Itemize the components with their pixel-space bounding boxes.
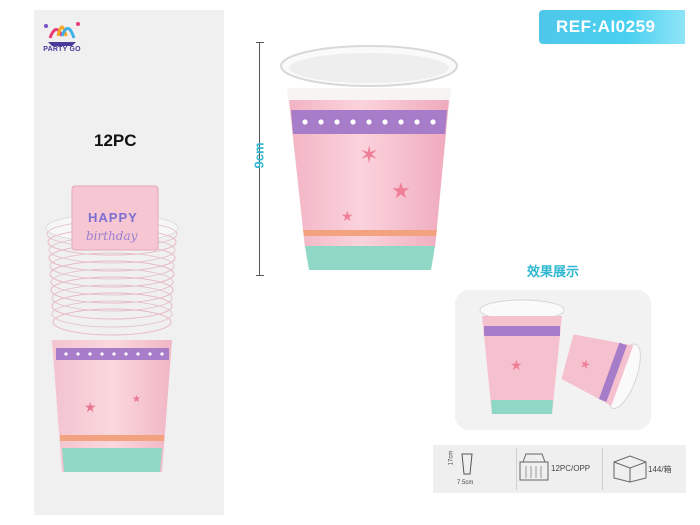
pack-count-text: 12PC/OPP bbox=[551, 464, 591, 473]
mint-base-band bbox=[305, 246, 435, 270]
quantity-label: 12PC bbox=[94, 131, 137, 150]
card-happy-text: HAPPY bbox=[88, 210, 138, 225]
orange-stripe bbox=[303, 230, 437, 236]
star-icon: ★ bbox=[391, 178, 411, 203]
effect-display-title: 效果展示 bbox=[527, 264, 580, 279]
mint-band bbox=[62, 448, 162, 472]
svg-text:★: ★ bbox=[84, 399, 97, 415]
svg-text:★: ★ bbox=[510, 357, 523, 373]
height-label: 9cm bbox=[251, 142, 267, 169]
brand-logo: PARTY GO bbox=[36, 12, 88, 62]
size-width-text: 7.5cm bbox=[457, 480, 474, 486]
size-height-text: 17cm bbox=[448, 450, 455, 466]
main-cup-image: ✶ ★ ★ bbox=[280, 45, 458, 270]
party-popper-icon bbox=[44, 22, 80, 46]
spec-divider bbox=[602, 448, 603, 490]
stacked-cups-image: ★ ★ bbox=[45, 185, 179, 472]
cup-size-icon bbox=[461, 453, 473, 475]
dimension-tick-top bbox=[256, 42, 264, 43]
dimension-tick-bottom bbox=[256, 275, 264, 276]
spec-divider bbox=[516, 448, 517, 490]
ref-code: REF:AI0259 bbox=[556, 17, 656, 36]
carton-box-icon bbox=[613, 455, 647, 483]
star-icon: ★ bbox=[341, 208, 354, 224]
effect-cups-image: ★ ★ bbox=[479, 299, 641, 414]
star-icon: ✶ bbox=[359, 142, 379, 169]
card-birthday-text: birthday bbox=[86, 229, 138, 243]
carton-count-text: 144/箱 bbox=[648, 465, 672, 474]
logo-text: PARTY GO bbox=[43, 46, 81, 53]
svg-text:★: ★ bbox=[132, 394, 141, 405]
package-icon bbox=[519, 453, 549, 481]
